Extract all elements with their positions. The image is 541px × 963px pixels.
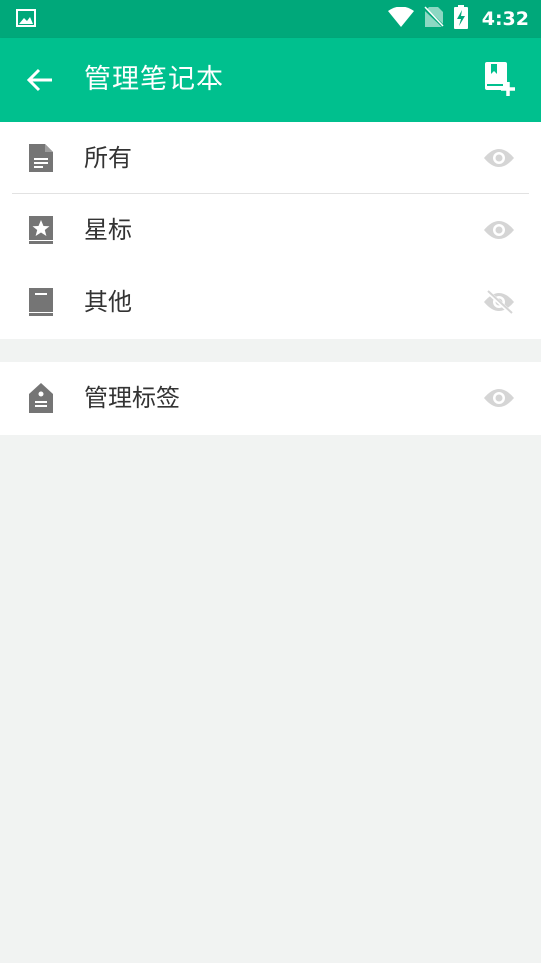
add-notebook-button[interactable] <box>483 60 517 98</box>
notebook-row-all[interactable]: 所有 <box>0 122 541 194</box>
notebook-list: 所有 星标 其他 <box>0 122 541 339</box>
tag-label: 管理标签 <box>84 384 180 412</box>
back-button[interactable] <box>24 64 56 96</box>
wifi-icon <box>387 6 414 31</box>
tag-row-manage[interactable]: 管理标签 <box>0 362 541 434</box>
book-icon <box>27 286 55 318</box>
visibility-icon[interactable] <box>483 146 515 170</box>
page-title: 管理笔记本 <box>84 64 224 95</box>
image-notification-icon <box>16 9 36 31</box>
no-sim-icon <box>422 6 445 32</box>
notebook-row-starred[interactable]: 星标 <box>0 194 541 266</box>
arrow-back-icon <box>26 68 52 92</box>
star-book-icon <box>27 214 55 246</box>
notebook-label: 其他 <box>84 288 132 316</box>
visibility-icon[interactable] <box>483 218 515 242</box>
add-notebook-icon <box>485 62 515 96</box>
status-bar: 4:32 <box>0 0 541 38</box>
notebook-label: 星标 <box>84 216 132 244</box>
notebook-label: 所有 <box>84 144 132 172</box>
tag-icon <box>27 382 55 414</box>
app-bar: 管理笔记本 <box>0 38 541 122</box>
visibility-icon[interactable] <box>483 386 515 410</box>
visibility-off-icon[interactable] <box>483 289 515 315</box>
document-icon <box>27 142 55 174</box>
notebook-row-other[interactable]: 其他 <box>0 266 541 338</box>
tag-list: 管理标签 <box>0 362 541 435</box>
battery-charging-icon <box>453 5 468 33</box>
status-time: 4:32 <box>481 8 529 30</box>
